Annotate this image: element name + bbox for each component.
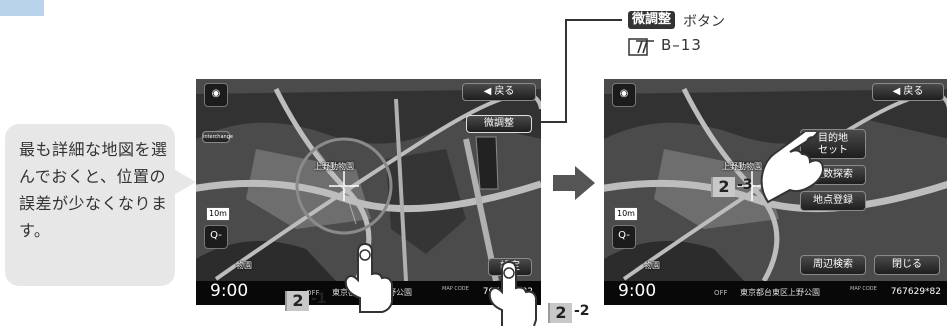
status-time: 9:00 xyxy=(618,281,657,301)
status-address: 東京都台東区上野公園 xyxy=(740,288,820,297)
callout-pointer xyxy=(172,168,196,196)
compass-button[interactable]: ◉ xyxy=(612,83,636,107)
tap-hand-icon xyxy=(488,260,537,326)
poi-label: 物園 xyxy=(644,261,660,270)
zoom-out-button[interactable]: Q- xyxy=(612,225,636,249)
scale-indicator: 10m xyxy=(614,207,638,221)
back-button[interactable]: ◀ 戻る xyxy=(462,83,536,101)
tap-hand-icon xyxy=(344,242,393,313)
menu-close-button[interactable]: 閉じる xyxy=(874,255,940,275)
map-mode-button[interactable]: interchange xyxy=(202,131,233,143)
compass-button[interactable]: ◉ xyxy=(204,83,228,107)
mapcode-tag: MAP CODE xyxy=(442,286,469,292)
poi-label: 物園 xyxy=(236,261,252,270)
callout-box: 最も詳細な地図を選んでおくと、位置の誤差が少なくなります。 xyxy=(5,124,175,286)
callout-text: 最も詳細な地図を選んでおくと、位置の誤差が少なくなります。 xyxy=(19,140,168,240)
step-suffix: -3 xyxy=(737,177,753,193)
status-off: OFF xyxy=(714,289,728,297)
step-suffix: -1 xyxy=(311,291,327,307)
scale-indicator: 10m xyxy=(206,207,230,221)
step-number: 2 xyxy=(285,291,309,311)
step-number: 2 xyxy=(548,303,572,323)
status-mapcode: 767629*82 xyxy=(890,287,941,297)
mapcode-tag: MAP CODE xyxy=(850,286,877,292)
tap-hand-icon xyxy=(760,132,824,204)
arrow-right-icon xyxy=(553,166,595,200)
fine-adjust-button[interactable]: 微調整 xyxy=(466,115,532,133)
step-number: 2 xyxy=(711,177,735,197)
status-time: 9:00 xyxy=(210,281,249,301)
park-label: 上野動物園 xyxy=(722,162,762,171)
back-button[interactable]: ◀ 戻る xyxy=(872,83,944,101)
park-label: 上野動物園 xyxy=(314,162,354,171)
menu-nearby-search-button[interactable]: 周辺検索 xyxy=(800,255,866,275)
status-bar: 9:00 OFF 東京都台東区上野公園 MAP CODE 767629*82 xyxy=(604,281,947,305)
step-suffix: -2 xyxy=(574,303,590,319)
zoom-out-button[interactable]: Q- xyxy=(204,225,228,249)
